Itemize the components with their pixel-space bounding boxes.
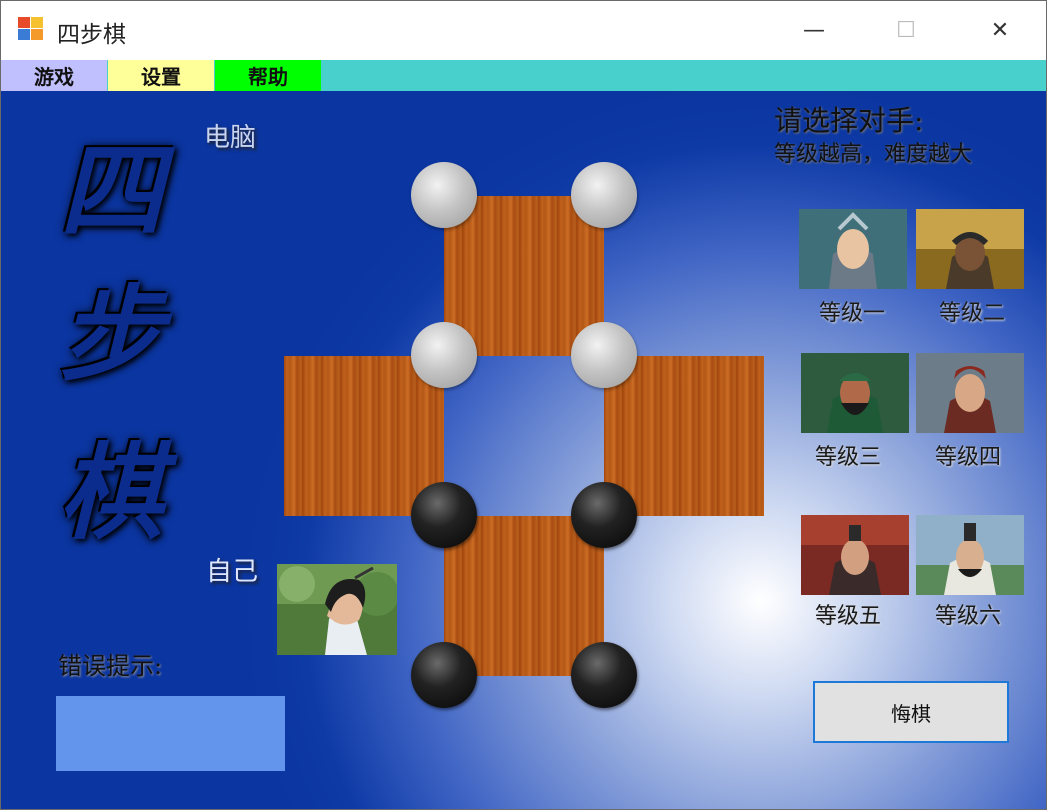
level-label-5: 等级五 (815, 604, 882, 629)
computer-label: 电脑 (204, 123, 257, 153)
error-message-box (56, 696, 285, 771)
level-label-2: 等级二 (939, 301, 1006, 326)
opponent-subtitle: 等级越高，难度越大 (774, 142, 973, 167)
menu-item-settings[interactable]: 设置 (108, 60, 214, 91)
title-bar: 四步棋 — ☐ ✕ (1, 1, 1046, 60)
player-piece[interactable] (411, 482, 477, 548)
computer-piece (571, 322, 637, 388)
level-label-3: 等级三 (815, 445, 882, 470)
menu-bar: 游戏 设置 帮助 (1, 60, 1046, 91)
computer-piece (411, 322, 477, 388)
level-label-4: 等级四 (935, 445, 1002, 470)
player-piece[interactable] (571, 482, 637, 548)
menu-item-help[interactable]: 帮助 (215, 60, 321, 91)
logo-char-1: 四 (59, 129, 164, 252)
error-label: 错误提示: (58, 652, 163, 680)
player-avatar (277, 564, 397, 655)
logo-char-3: 棋 (59, 431, 164, 554)
window-title: 四步棋 (57, 22, 126, 48)
opponent-title: 请选择对手: (774, 104, 924, 137)
opponent-portrait-level-2[interactable] (916, 209, 1024, 289)
maximize-button[interactable]: ☐ (877, 1, 935, 60)
self-label: 自己 (206, 557, 259, 587)
logo-char-2: 步 (59, 273, 164, 396)
app-window: 四步棋 — ☐ ✕ 游戏 设置 帮助 四 步 棋 电脑 自己 请选择对手: 等级… (0, 0, 1047, 810)
opponent-portrait-level-4[interactable] (916, 353, 1024, 433)
player-piece[interactable] (411, 642, 477, 708)
opponent-portrait-level-5[interactable] (801, 515, 909, 595)
level-label-6: 等级六 (935, 604, 1002, 629)
level-label-1: 等级一 (819, 301, 886, 326)
computer-piece (411, 162, 477, 228)
minimize-button[interactable]: — (785, 1, 843, 60)
menu-item-game[interactable]: 游戏 (1, 60, 107, 91)
player-piece[interactable] (571, 642, 637, 708)
opponent-portrait-level-3[interactable] (801, 353, 909, 433)
undo-button[interactable]: 悔棋 (813, 681, 1009, 743)
opponent-portrait-level-1[interactable] (799, 209, 907, 289)
app-icon (18, 17, 46, 43)
close-button[interactable]: ✕ (971, 1, 1029, 60)
opponent-portrait-level-6[interactable] (916, 515, 1024, 595)
computer-piece (571, 162, 637, 228)
